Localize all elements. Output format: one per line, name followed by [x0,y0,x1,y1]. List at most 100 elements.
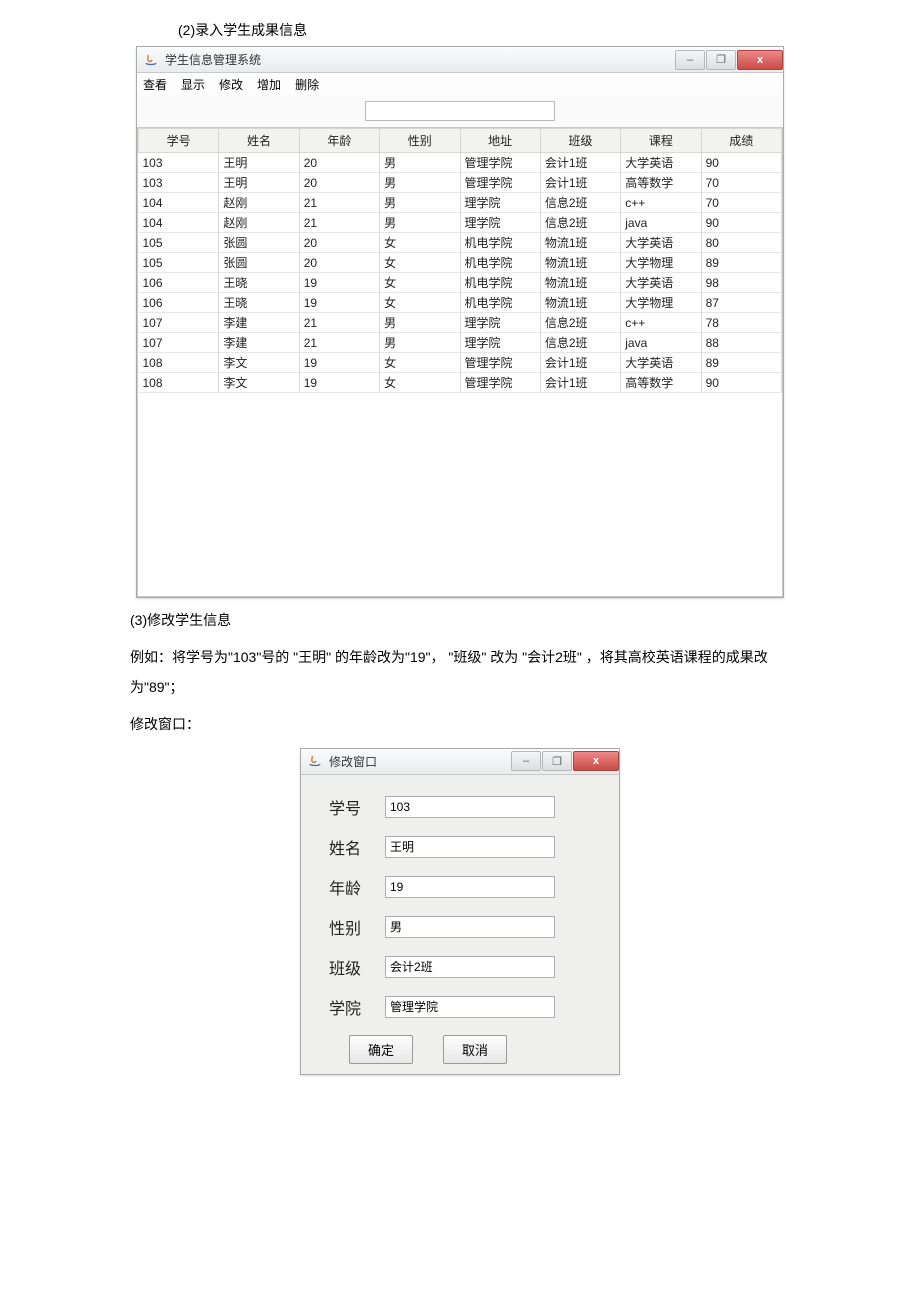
table-cell: 女 [380,233,460,253]
ok-button[interactable]: 确定 [349,1035,413,1064]
table-cell: 男 [380,333,460,353]
column-header[interactable]: 学号 [139,129,219,153]
table-cell: 大学英语 [621,233,701,253]
close-button[interactable]: x [573,751,619,771]
table-cell: 会计1班 [540,173,620,193]
table-cell: 李文 [219,353,299,373]
gender-field[interactable] [385,916,555,938]
table-cell: 女 [380,293,460,313]
menu-show[interactable]: 显示 [181,76,205,93]
table-cell: 20 [299,153,379,173]
table-cell: 女 [380,273,460,293]
maximize-button[interactable]: ❐ [542,751,572,771]
column-header[interactable]: 班级 [540,129,620,153]
edit-window-buttons: – ❐ x [510,751,619,771]
table-cell: 机电学院 [460,253,540,273]
edit-titlebar: 修改窗口 – ❐ x [301,749,619,775]
minimize-button[interactable]: – [511,751,541,771]
table-cell: 高等数学 [621,173,701,193]
table-cell: 男 [380,213,460,233]
column-header[interactable]: 地址 [460,129,540,153]
column-header[interactable]: 性别 [380,129,460,153]
table-cell: 男 [380,173,460,193]
name-field[interactable] [385,836,555,858]
table-cell: 89 [701,353,781,373]
menu-view[interactable]: 查看 [143,76,167,93]
table-cell: 大学物理 [621,293,701,313]
table-cell: 机电学院 [460,273,540,293]
label-age: 年龄 [329,875,385,899]
table-cell: 李建 [219,313,299,333]
table-cell: 70 [701,193,781,213]
column-header[interactable]: 姓名 [219,129,299,153]
table-cell: 王晓 [219,273,299,293]
table-cell: 理学院 [460,313,540,333]
table-cell: 赵刚 [219,213,299,233]
table-cell: 信息2班 [540,333,620,353]
table-cell: c++ [621,193,701,213]
search-input[interactable] [365,101,555,121]
table-row[interactable]: 107李建21男理学院信息2班c++78 [139,313,782,333]
table-row[interactable]: 104赵刚21男理学院信息2班java90 [139,213,782,233]
table-cell: 机电学院 [460,233,540,253]
table-cell: 70 [701,173,781,193]
table-row[interactable]: 108李文19女管理学院会计1班大学英语89 [139,353,782,373]
college-field[interactable] [385,996,555,1018]
menu-delete[interactable]: 删除 [295,76,319,93]
column-header[interactable]: 年龄 [299,129,379,153]
table-row[interactable]: 104赵刚21男理学院信息2班c++70 [139,193,782,213]
table-cell: 21 [299,313,379,333]
toolbar [137,95,783,127]
column-header[interactable]: 课程 [621,129,701,153]
table-cell: java [621,333,701,353]
menu-modify[interactable]: 修改 [219,76,243,93]
table-cell: c++ [621,313,701,333]
id-field[interactable] [385,796,555,818]
cancel-button[interactable]: 取消 [443,1035,507,1064]
table-cell: 管理学院 [460,173,540,193]
table-row[interactable]: 103王明20男管理学院会计1班高等数学70 [139,173,782,193]
table-cell: 103 [139,153,219,173]
menubar: 查看 显示 修改 增加 删除 [137,73,783,95]
table-cell: 104 [139,213,219,233]
label-gender: 性别 [329,915,385,939]
table-row[interactable]: 103王明20男管理学院会计1班大学英语90 [139,153,782,173]
table-cell: 107 [139,333,219,353]
table-cell: 19 [299,373,379,393]
table-row[interactable]: 106王晓19女机电学院物流1班大学英语98 [139,273,782,293]
table-cell: 物流1班 [540,233,620,253]
table-cell: 李文 [219,373,299,393]
titlebar: 学生信息管理系统 – ❐ x [137,47,783,73]
table-cell: 21 [299,193,379,213]
table-cell: 20 [299,253,379,273]
table-cell: 19 [299,273,379,293]
menu-add[interactable]: 增加 [257,76,281,93]
table-cell: 管理学院 [460,373,540,393]
table-container: 学号姓名年龄性别地址班级课程成绩 103王明20男管理学院会计1班大学英语901… [137,127,783,597]
section-3-example: 例如：将学号为"103"号的 "王明" 的年龄改为"19"， "班级" 改为 "… [130,643,790,702]
label-class: 班级 [329,955,385,979]
table-row[interactable]: 105张圆20女机电学院物流1班大学英语80 [139,233,782,253]
table-row[interactable]: 105张圆20女机电学院物流1班大学物理89 [139,253,782,273]
table-row[interactable]: 108李文19女管理学院会计1班高等数学90 [139,373,782,393]
label-college: 学院 [329,995,385,1019]
class-field[interactable] [385,956,555,978]
table-cell: 王明 [219,173,299,193]
table-cell: 信息2班 [540,193,620,213]
table-cell: 会计1班 [540,373,620,393]
table-row[interactable]: 107李建21男理学院信息2班java88 [139,333,782,353]
table-cell: 女 [380,353,460,373]
table-cell: 信息2班 [540,313,620,333]
age-field[interactable] [385,876,555,898]
table-row[interactable]: 106王晓19女机电学院物流1班大学物理87 [139,293,782,313]
column-header[interactable]: 成绩 [701,129,781,153]
table-cell: 理学院 [460,333,540,353]
close-button[interactable]: x [737,50,783,70]
table-cell: 78 [701,313,781,333]
maximize-button[interactable]: ❐ [706,50,736,70]
table-cell: 理学院 [460,193,540,213]
table-cell: 88 [701,333,781,353]
table-cell: 105 [139,253,219,273]
minimize-button[interactable]: – [675,50,705,70]
table-cell: 106 [139,293,219,313]
